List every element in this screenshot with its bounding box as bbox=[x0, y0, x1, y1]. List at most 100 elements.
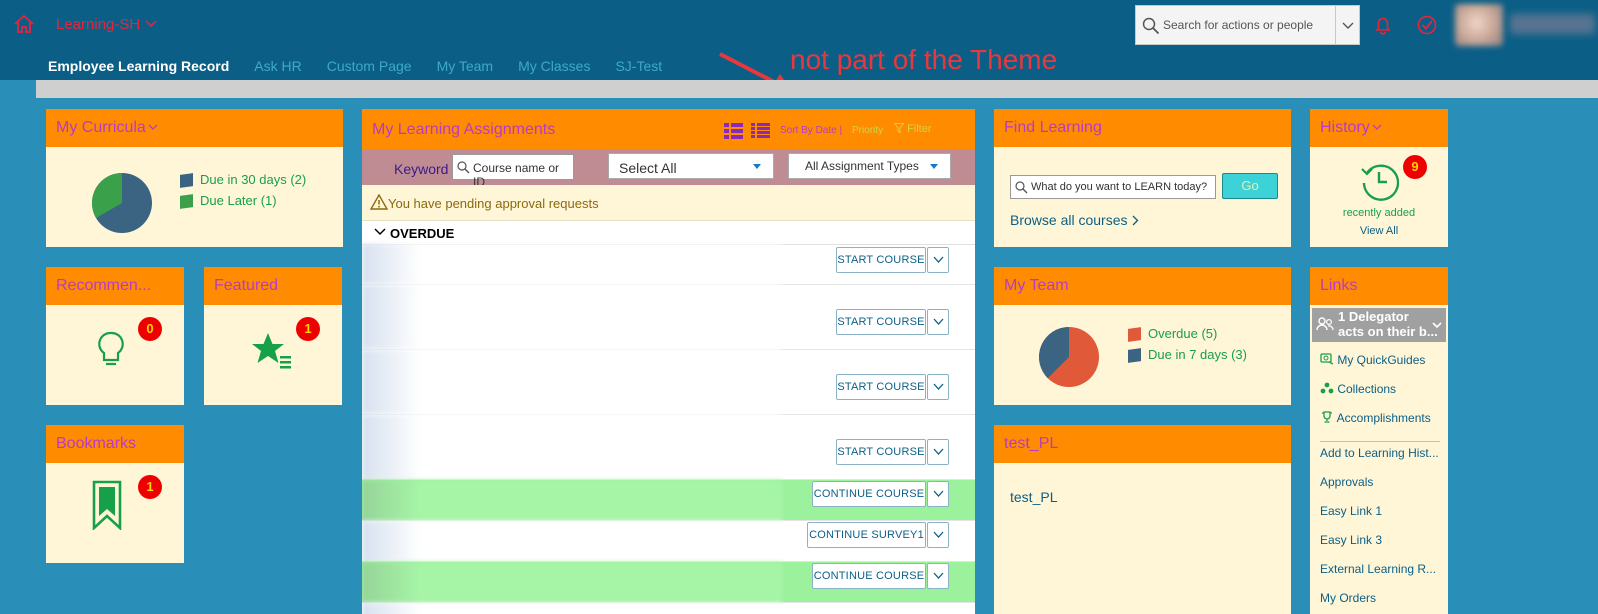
nav-custom-page[interactable]: Custom Page bbox=[327, 58, 412, 74]
keyword-input[interactable]: Course name or ID bbox=[452, 154, 574, 189]
row-actions-dropdown[interactable] bbox=[927, 309, 949, 335]
count-badge: 9 bbox=[1403, 155, 1427, 179]
nav-my-classes[interactable]: My Classes bbox=[518, 58, 590, 74]
chevron-down-icon bbox=[374, 228, 386, 236]
continue-course-button[interactable]: CONTINUE COURSE bbox=[812, 481, 926, 507]
warning-icon bbox=[370, 194, 388, 210]
count-badge: 1 bbox=[138, 475, 162, 499]
chevron-down-icon bbox=[933, 448, 944, 455]
nav-sj-test[interactable]: SJ-Test bbox=[615, 58, 662, 74]
bell-icon[interactable] bbox=[1372, 14, 1394, 36]
collections-icon bbox=[1320, 382, 1334, 394]
row-actions-dropdown[interactable] bbox=[927, 439, 949, 465]
legend-swatch bbox=[1128, 327, 1141, 342]
link-easy-link-1[interactable]: Easy Link 1 bbox=[1320, 504, 1382, 518]
status-select[interactable]: Select All bbox=[608, 153, 774, 179]
search-icon bbox=[1142, 17, 1160, 35]
search-placeholder: Search for actions or people bbox=[1163, 18, 1314, 32]
continue-survey-button[interactable]: CONTINUE SURVEY1 bbox=[807, 522, 926, 548]
row-actions-dropdown[interactable] bbox=[927, 563, 949, 589]
chevron-down-icon bbox=[148, 124, 158, 130]
history-clock-icon[interactable] bbox=[1359, 161, 1399, 201]
sort-by-priority[interactable]: Priority bbox=[852, 125, 883, 136]
link-collections[interactable]: Collections bbox=[1320, 382, 1396, 396]
start-course-button[interactable]: START COURSE bbox=[836, 439, 926, 465]
row-actions-dropdown[interactable] bbox=[927, 247, 949, 273]
featured-card[interactable]: Featured 1 bbox=[204, 267, 342, 405]
delegator-line-1: 1 Delegator bbox=[1338, 309, 1409, 324]
nav-employee-learning-record[interactable]: Employee Learning Record bbox=[48, 58, 229, 74]
start-course-button[interactable]: START COURSE bbox=[836, 309, 926, 335]
assignment-row[interactable]: START COURSE bbox=[362, 350, 975, 415]
link-label: Accomplishments bbox=[1336, 411, 1431, 425]
test-pl-link[interactable]: test_PL bbox=[1010, 489, 1057, 505]
card-header: Recommen... bbox=[46, 267, 184, 305]
recommended-card[interactable]: Recommen... 0 bbox=[46, 267, 184, 405]
learning-assignments-panel: My Learning Assignments Sort By Date | P… bbox=[362, 109, 975, 614]
chevron-down-icon[interactable] bbox=[144, 16, 158, 30]
row-actions-dropdown[interactable] bbox=[927, 481, 949, 507]
view-all-link[interactable]: View All bbox=[1310, 225, 1448, 237]
link-external-learning[interactable]: External Learning R... bbox=[1320, 562, 1436, 576]
assignment-type-select[interactable]: All Assignment Types bbox=[788, 153, 951, 179]
todo-check-icon[interactable] bbox=[1416, 14, 1438, 36]
link-my-quickguides[interactable]: My QuickGuides bbox=[1320, 353, 1425, 367]
card-header[interactable]: My Team bbox=[994, 267, 1291, 305]
link-my-orders[interactable]: My Orders bbox=[1320, 591, 1376, 605]
assignment-row[interactable]: START COURSE bbox=[362, 415, 975, 480]
avatar[interactable] bbox=[1455, 4, 1503, 46]
legend-item[interactable]: Due in 30 days (2) bbox=[180, 172, 306, 193]
home-icon[interactable] bbox=[12, 12, 36, 36]
link-label: My QuickGuides bbox=[1337, 353, 1426, 367]
pending-approval-banner[interactable]: You have pending approval requests bbox=[362, 185, 975, 221]
card-header: My Learning Assignments Sort By Date | P… bbox=[362, 109, 975, 149]
assignment-row[interactable]: CONTINUE COURSE bbox=[362, 480, 975, 521]
link-easy-link-3[interactable]: Easy Link 3 bbox=[1320, 533, 1382, 547]
legend-item[interactable]: Overdue (5) bbox=[1128, 326, 1247, 347]
link-accomplishments[interactable]: Accomplishments bbox=[1320, 411, 1431, 425]
card-title: Recommen... bbox=[56, 277, 152, 294]
sort-by-date[interactable]: Sort By Date | bbox=[780, 125, 842, 136]
assignment-row[interactable]: START COURSE bbox=[362, 244, 975, 285]
global-search[interactable]: Search for actions or people bbox=[1135, 5, 1360, 45]
assignment-row[interactable] bbox=[362, 603, 975, 614]
legend-item[interactable]: Due in 7 days (3) bbox=[1128, 347, 1247, 368]
nav-ask-hr[interactable]: Ask HR bbox=[254, 58, 301, 74]
blurred-assignment-details bbox=[362, 521, 782, 561]
row-actions-dropdown[interactable] bbox=[927, 522, 949, 548]
card-header[interactable]: My Curricula bbox=[46, 109, 343, 147]
delegator-dropdown[interactable]: 1 Delegator acts on their b... bbox=[1312, 308, 1446, 342]
app-title[interactable]: Learning-SH bbox=[56, 16, 140, 33]
filter-link[interactable]: Filter bbox=[893, 123, 932, 135]
card-header: Bookmarks bbox=[46, 425, 184, 463]
find-learning-input[interactable]: What do you want to LEARN today? bbox=[1010, 175, 1216, 199]
history-card: History 9 recently added View All bbox=[1310, 109, 1448, 247]
curricula-pie-chart[interactable] bbox=[91, 172, 153, 234]
nav-my-team[interactable]: My Team bbox=[437, 58, 494, 74]
legend-item[interactable]: Due Later (1) bbox=[180, 193, 306, 214]
test-pl-card: test_PL test_PL bbox=[994, 425, 1291, 614]
user-name-blurred[interactable] bbox=[1510, 14, 1595, 34]
link-approvals[interactable]: Approvals bbox=[1320, 475, 1373, 489]
chevron-down-icon bbox=[933, 256, 944, 263]
search-scope-dropdown[interactable] bbox=[1335, 6, 1359, 44]
assignment-row[interactable]: CONTINUE SURVEY1 bbox=[362, 521, 975, 562]
view-toggle-icons[interactable] bbox=[724, 122, 770, 140]
assignment-row[interactable]: CONTINUE COURSE bbox=[362, 562, 975, 603]
card-header[interactable]: History bbox=[1310, 109, 1448, 147]
link-add-to-learning-history[interactable]: Add to Learning Hist... bbox=[1320, 446, 1439, 460]
start-course-button[interactable]: START COURSE bbox=[836, 374, 926, 400]
team-pie-chart[interactable] bbox=[1038, 326, 1100, 388]
card-title: History bbox=[1320, 119, 1370, 136]
search-icon bbox=[457, 161, 470, 174]
top-nav: Employee Learning Record Ask HR Custom Pag… bbox=[48, 58, 687, 78]
start-course-button[interactable]: START COURSE bbox=[836, 247, 926, 273]
continue-course-button[interactable]: CONTINUE COURSE bbox=[812, 563, 926, 589]
row-actions-dropdown[interactable] bbox=[927, 374, 949, 400]
browse-all-courses-link[interactable]: Browse all courses bbox=[1010, 212, 1139, 228]
assignment-row[interactable]: START COURSE bbox=[362, 285, 975, 350]
overdue-group-header[interactable]: OVERDUE bbox=[362, 221, 975, 245]
go-button[interactable]: Go bbox=[1222, 173, 1278, 199]
trophy-icon bbox=[1322, 411, 1332, 423]
bookmarks-card[interactable]: Bookmarks 1 bbox=[46, 425, 184, 563]
